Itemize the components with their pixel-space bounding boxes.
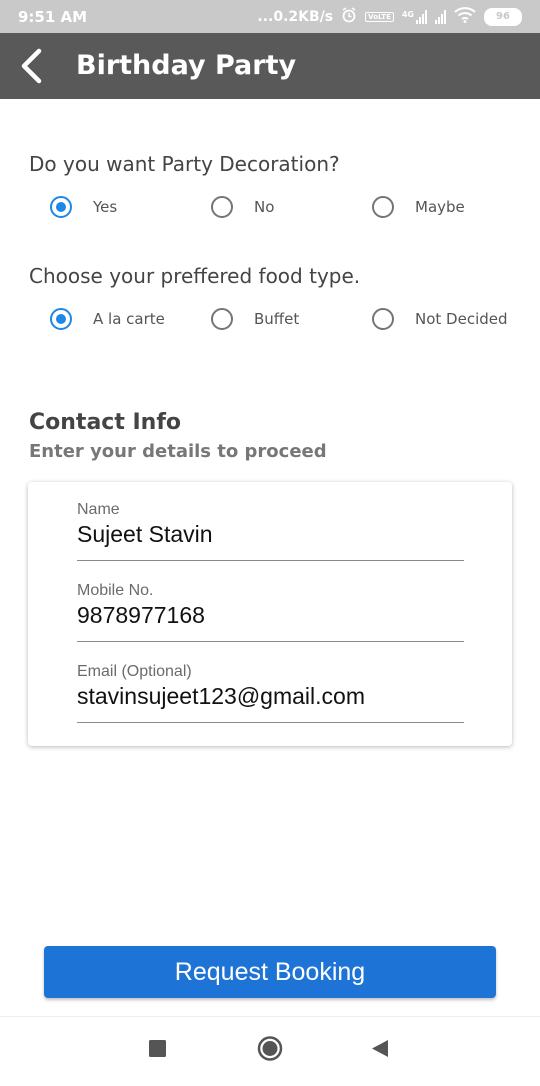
radio-decoration-maybe[interactable]: Maybe	[372, 196, 465, 218]
radio-food-not-decided[interactable]: Not Decided	[372, 308, 508, 330]
contact-subtitle: Enter your details to proceed	[29, 441, 327, 462]
recents-square-icon[interactable]	[128, 1017, 188, 1081]
net-speed: ...0.2KB/s	[257, 9, 334, 25]
food-question: Choose your preffered food type.	[29, 264, 361, 288]
mobile-input[interactable]: 9878977168	[77, 602, 205, 629]
back-arrow-icon[interactable]	[14, 47, 50, 85]
decoration-question: Do you want Party Decoration?	[29, 152, 340, 176]
radio-label: Maybe	[415, 198, 465, 216]
email-input[interactable]: stavinsujeet123@gmail.com	[77, 683, 365, 710]
request-booking-button[interactable]: Request Booking	[44, 946, 496, 998]
field-underline	[77, 722, 464, 723]
radio-unchecked-icon	[372, 196, 394, 218]
radio-unchecked-icon	[211, 196, 233, 218]
field-underline	[77, 641, 464, 642]
mobile-field[interactable]: Mobile No. 9878977168	[77, 582, 464, 664]
back-triangle-icon[interactable]	[352, 1017, 412, 1081]
status-icons: ...0.2KB/s VoLTE 4G 96	[257, 7, 522, 27]
email-field[interactable]: Email (Optional) stavinsujeet123@gmail.c…	[77, 663, 464, 745]
volte-icon: VoLTE	[365, 12, 394, 22]
contact-card: Name Sujeet Stavin Mobile No. 9878977168…	[28, 482, 512, 746]
field-label: Email (Optional)	[77, 663, 192, 680]
radio-label: Not Decided	[415, 310, 508, 328]
field-underline	[77, 560, 464, 561]
field-label: Mobile No.	[77, 582, 154, 599]
network-label: 4G	[401, 10, 414, 19]
radio-food-a-la-carte[interactable]: A la carte	[50, 308, 165, 330]
radio-decoration-no[interactable]: No	[211, 196, 274, 218]
field-label: Name	[77, 501, 120, 518]
radio-label: A la carte	[93, 310, 165, 328]
radio-decoration-yes[interactable]: Yes	[50, 196, 117, 218]
radio-label: Yes	[93, 198, 118, 216]
status-bar: 9:51 AM ...0.2KB/s VoLTE 4G 96	[0, 0, 540, 33]
radio-unchecked-icon	[211, 308, 233, 330]
decoration-radio-group: Yes No Maybe	[0, 196, 540, 226]
radio-label: No	[254, 198, 275, 216]
radio-checked-icon	[50, 308, 72, 330]
system-nav-bar	[0, 1016, 540, 1081]
radio-label: Buffet	[254, 310, 300, 328]
name-input[interactable]: Sujeet Stavin	[77, 521, 213, 548]
page-title: Birthday Party	[76, 50, 297, 81]
app-bar: Birthday Party	[0, 33, 540, 99]
contact-title: Contact Info	[29, 410, 182, 435]
alarm-icon	[341, 7, 357, 27]
radio-checked-icon	[50, 196, 72, 218]
radio-food-buffet[interactable]: Buffet	[211, 308, 299, 330]
battery-icon: 96	[484, 8, 522, 26]
signal-4g-icon: 4G	[402, 10, 427, 24]
home-circle-icon[interactable]	[240, 1017, 300, 1081]
wifi-icon	[454, 7, 476, 27]
food-radio-group: A la carte Buffet Not Decided	[0, 308, 540, 338]
signal-icon	[435, 10, 446, 24]
radio-unchecked-icon	[372, 308, 394, 330]
status-time: 9:51 AM	[18, 8, 88, 26]
name-field[interactable]: Name Sujeet Stavin	[77, 501, 464, 583]
